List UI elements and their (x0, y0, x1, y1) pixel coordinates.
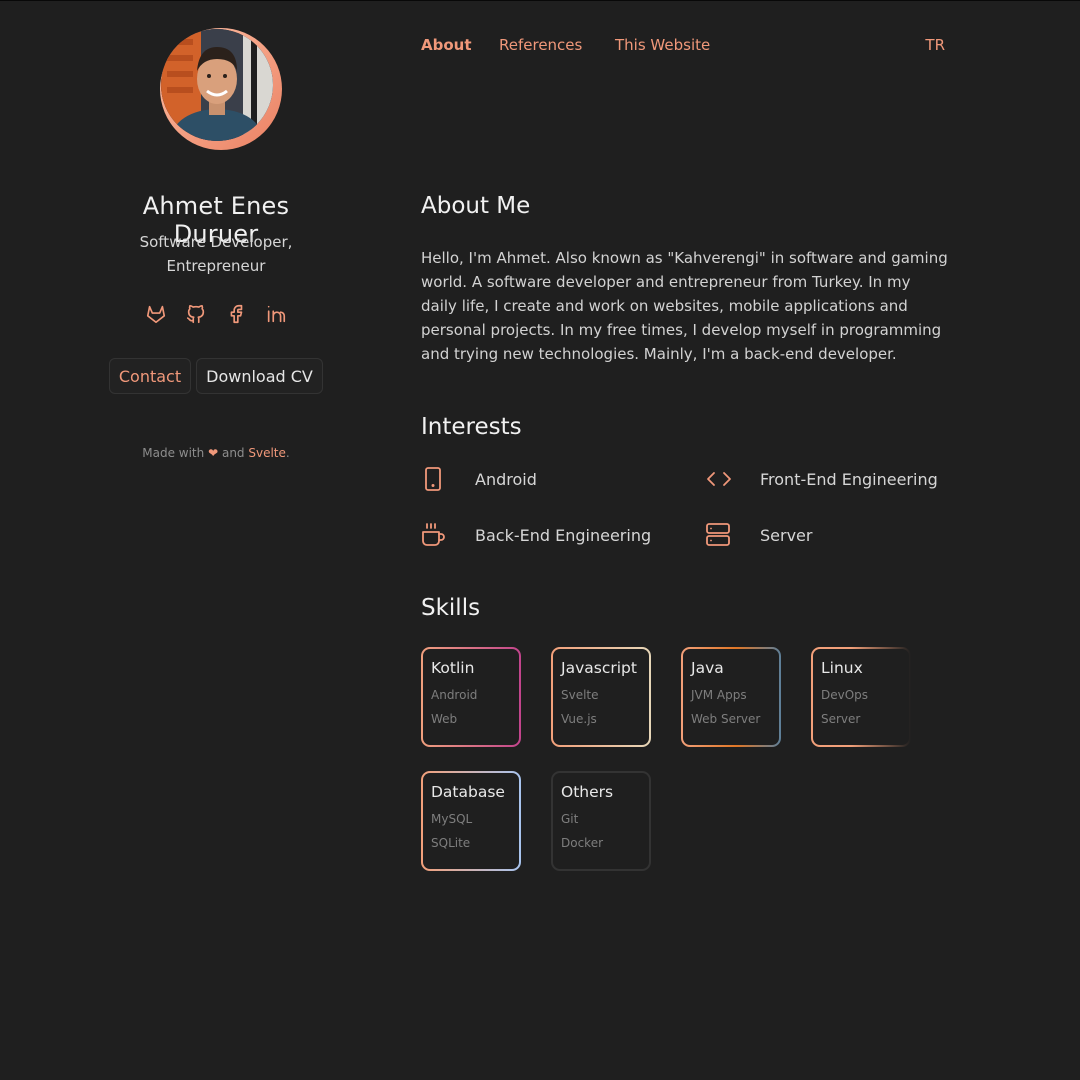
interest-label: Front-End Engineering (760, 470, 938, 489)
skill-sub: Docker (561, 836, 604, 850)
skill-sub: Web Server (691, 712, 761, 726)
skill-sub: Web (431, 712, 458, 726)
skill-sub: Android (431, 688, 478, 702)
nav-references[interactable]: References (499, 36, 582, 54)
skill-card-java: Java JVM Apps Web Server (681, 647, 781, 747)
interest-label: Server (760, 526, 813, 545)
gitlab-icon[interactable] (144, 302, 168, 326)
skill-title: Database (431, 783, 505, 801)
footer-period: . (285, 446, 290, 460)
nav-about[interactable]: About (421, 36, 472, 54)
profile-role: Software Developer, Entrepreneur (100, 230, 332, 278)
interest-label: Back-End Engineering (475, 526, 652, 545)
skill-card-kotlin: Kotlin Android Web (421, 647, 521, 747)
skill-card-database: Database MySQL SQLite (421, 771, 521, 871)
skill-sub: Server (821, 712, 861, 726)
coffee-cup-icon (421, 522, 447, 548)
skill-card-others: Others Git Docker (551, 771, 651, 871)
avatar (160, 28, 282, 150)
heart-icon: ❤ (208, 446, 219, 460)
footer-made-with: Made with (142, 446, 205, 460)
role-line-2: Entrepreneur (166, 257, 266, 275)
skill-sub: MySQL (431, 812, 473, 826)
skill-sub: Git (561, 812, 579, 826)
role-line-1: Software Developer, (139, 233, 293, 251)
footer-note: Made with ❤ and Svelte. (100, 446, 332, 460)
about-title: About Me (421, 193, 531, 219)
main-nav: About References This Website TR (421, 36, 945, 56)
facebook-icon[interactable] (224, 302, 248, 326)
social-links (144, 302, 288, 328)
language-switch[interactable]: TR (925, 36, 945, 54)
skill-title: Javascript (561, 659, 637, 677)
phone-icon (421, 466, 447, 492)
about-text: Hello, I'm Ahmet. Also known as "Kahvere… (421, 249, 948, 363)
skill-sub: Vue.js (561, 712, 597, 726)
skill-sub: JVM Apps (691, 688, 747, 702)
footer-and: and (221, 446, 245, 460)
skill-card-linux: Linux DevOps Server (811, 647, 911, 747)
skill-card-javascript: Javascript Svelte Vue.js (551, 647, 651, 747)
top-border (0, 0, 1080, 1)
skill-title: Others (561, 783, 614, 801)
server-icon (706, 522, 732, 548)
skill-sub: SQLite (431, 836, 471, 850)
avatar-photo (161, 29, 273, 141)
interest-label: Android (475, 470, 537, 489)
svelte-link[interactable]: Svelte (248, 446, 286, 460)
code-icon (706, 466, 732, 492)
download-cv-button[interactable]: Download CV (196, 358, 323, 394)
github-icon[interactable] (184, 302, 208, 326)
linkedin-icon[interactable] (264, 302, 288, 326)
nav-this-website[interactable]: This Website (615, 36, 710, 54)
contact-button[interactable]: Contact (109, 358, 191, 394)
skills-title: Skills (421, 595, 481, 621)
skill-title: Linux (821, 659, 863, 677)
skill-sub: Svelte (561, 688, 599, 702)
interests-title: Interests (421, 414, 522, 440)
skill-sub: DevOps (821, 688, 869, 702)
skill-title: Java (691, 659, 724, 677)
skill-title: Kotlin (431, 659, 475, 677)
